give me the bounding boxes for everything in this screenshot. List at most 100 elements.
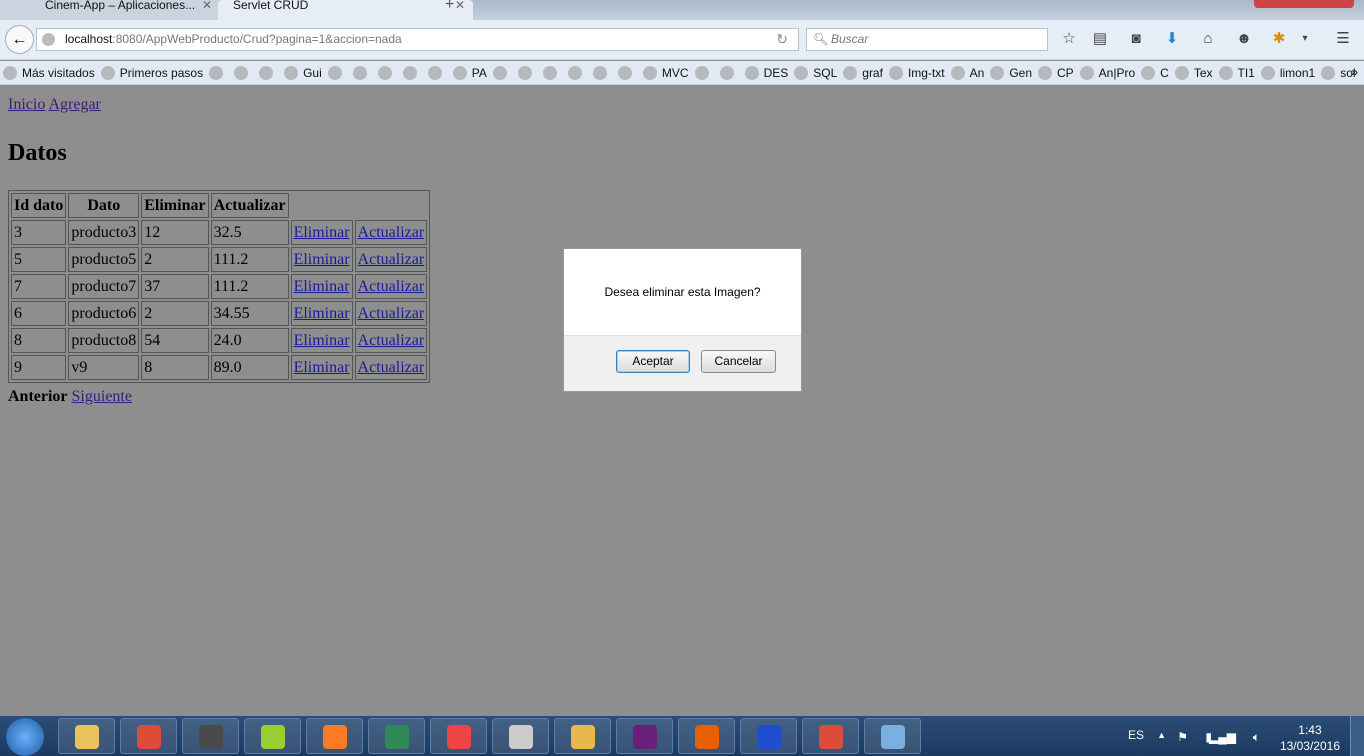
- download-icon[interactable]: ⬇: [1163, 30, 1181, 48]
- actualizar-link[interactable]: Actualizar: [358, 332, 425, 349]
- globe-icon: [642, 65, 657, 80]
- eliminar-link[interactable]: Eliminar: [294, 332, 350, 349]
- bookmark-label: Tex: [1193, 65, 1213, 80]
- taskbar-app-chrome[interactable]: [120, 718, 177, 754]
- bookmark-item[interactable]: Gui: [284, 65, 322, 80]
- eliminar-link[interactable]: Eliminar: [294, 305, 350, 322]
- table-cell: Actualizar: [354, 328, 428, 353]
- home-icon[interactable]: ⌂: [1199, 30, 1217, 48]
- eliminar-link[interactable]: Eliminar: [294, 359, 350, 376]
- eliminar-link[interactable]: Eliminar: [294, 278, 350, 295]
- bookmark-item[interactable]: MVC: [642, 65, 689, 80]
- actualizar-link[interactable]: Actualizar: [358, 224, 425, 241]
- siguiente-link[interactable]: Siguiente: [72, 388, 132, 405]
- eliminar-link[interactable]: Eliminar: [294, 251, 350, 268]
- bookmark-item[interactable]: [377, 65, 397, 80]
- taskbar-app-q-app[interactable]: [740, 718, 797, 754]
- bookmarks-overflow-icon[interactable]: »: [1351, 65, 1358, 79]
- taskbar-app-sublime[interactable]: [182, 718, 239, 754]
- bookmark-item[interactable]: An|Pro: [1079, 65, 1135, 80]
- flag-icon[interactable]: ⚑: [1177, 730, 1188, 744]
- inicio-link[interactable]: Inicio: [8, 96, 45, 113]
- start-button[interactable]: [6, 718, 44, 756]
- actualizar-link[interactable]: Actualizar: [358, 305, 425, 322]
- taskbar-app-apps[interactable]: [430, 718, 487, 754]
- bookmark-item[interactable]: [617, 65, 637, 80]
- window-controls[interactable]: [1254, 0, 1354, 8]
- column-header: Dato: [68, 193, 140, 218]
- bookmark-item[interactable]: [209, 65, 228, 80]
- search-input[interactable]: 🔍︎ Buscar: [806, 28, 1048, 51]
- dropdown-icon[interactable]: ▾: [1296, 30, 1314, 48]
- bookmark-item[interactable]: graf: [843, 65, 883, 80]
- taskbar-app-firefox[interactable]: [678, 718, 735, 754]
- actualizar-link[interactable]: Actualizar: [358, 251, 425, 268]
- clock[interactable]: 1:43 13/03/2016: [1280, 722, 1340, 754]
- bookmark-item[interactable]: Más visitados: [3, 65, 95, 80]
- taskbar-app-explorer[interactable]: [58, 718, 115, 754]
- bookmark-item[interactable]: CP: [1038, 65, 1074, 80]
- bookmark-item[interactable]: [352, 65, 372, 80]
- bookmark-item[interactable]: [694, 65, 714, 80]
- close-tab-icon[interactable]: ✕: [455, 0, 465, 11]
- bookmark-label: Gui: [303, 65, 322, 80]
- bookmark-item[interactable]: [492, 65, 512, 80]
- bookmark-item[interactable]: Tex: [1174, 65, 1213, 80]
- language-indicator[interactable]: ES: [1128, 728, 1144, 742]
- taskbar-app-terminal[interactable]: [368, 718, 425, 754]
- cancel-button[interactable]: Cancelar: [701, 350, 776, 373]
- table-cell: 8: [11, 328, 67, 353]
- bookmark-item[interactable]: [234, 65, 253, 80]
- bookmark-star-icon[interactable]: ☆: [1060, 30, 1078, 48]
- bookmark-item[interactable]: PA: [452, 65, 487, 80]
- network-icon[interactable]: ▂▄▆: [1209, 730, 1236, 744]
- bookmark-item[interactable]: [517, 65, 537, 80]
- new-tab-icon[interactable]: +: [445, 0, 454, 14]
- taskbar-app-virtualbox[interactable]: [864, 718, 921, 754]
- volume-icon[interactable]: 🔈︎: [1253, 730, 1260, 745]
- tab-cinem-app[interactable]: Cinem-App – Aplicaciones... ✕: [0, 0, 220, 20]
- reload-icon[interactable]: ↻: [776, 29, 788, 50]
- bookmark-item[interactable]: [719, 65, 739, 80]
- bookmark-item[interactable]: C: [1141, 65, 1169, 80]
- taskbar-app-visual-studio[interactable]: [616, 718, 673, 754]
- reading-list-icon[interactable]: ▤: [1091, 30, 1109, 48]
- agregar-link[interactable]: Agregar: [48, 96, 100, 113]
- url-host: localhost: [65, 32, 113, 46]
- bookmark-item[interactable]: DES: [744, 65, 788, 80]
- taskbar-app-chrome2[interactable]: [802, 718, 859, 754]
- bookmark-item[interactable]: [427, 65, 447, 80]
- back-button[interactable]: ←: [5, 25, 34, 54]
- firebug-icon[interactable]: ✱: [1270, 30, 1288, 48]
- close-tab-icon[interactable]: ✕: [202, 0, 212, 11]
- firefox-icon: [695, 725, 719, 749]
- bookmark-item[interactable]: [327, 65, 347, 80]
- show-hidden-icons[interactable]: ▲: [1157, 730, 1166, 740]
- bookmark-item[interactable]: Primeros pasos: [100, 65, 203, 80]
- bookmark-item[interactable]: [402, 65, 422, 80]
- taskbar-app-tools[interactable]: [554, 718, 611, 754]
- bookmark-item[interactable]: SQL: [794, 65, 837, 80]
- url-bar[interactable]: localhost:8080/AppWebProducto/Crud?pagin…: [36, 28, 799, 51]
- bookmark-item[interactable]: [542, 65, 562, 80]
- taskbar-app-snipping[interactable]: [492, 718, 549, 754]
- bookmark-item[interactable]: limon1: [1260, 65, 1315, 80]
- bookmark-item[interactable]: [259, 65, 278, 80]
- taskbar-app-xampp[interactable]: [306, 718, 363, 754]
- pocket-icon[interactable]: ◙: [1127, 30, 1145, 48]
- menu-icon[interactable]: ☰: [1334, 30, 1352, 48]
- bookmark-item[interactable]: Gen: [990, 65, 1032, 80]
- bookmark-item[interactable]: An: [950, 65, 984, 80]
- hello-icon[interactable]: ☻: [1235, 30, 1253, 48]
- bookmark-item[interactable]: Img-txt: [888, 65, 945, 80]
- tab-servlet-crud[interactable]: Servlet CRUD ✕: [218, 0, 473, 20]
- eliminar-link[interactable]: Eliminar: [294, 224, 350, 241]
- show-desktop-button[interactable]: [1350, 716, 1364, 756]
- accept-button[interactable]: Aceptar: [616, 350, 690, 373]
- bookmark-item[interactable]: [567, 65, 587, 80]
- bookmark-item[interactable]: [592, 65, 612, 80]
- bookmark-item[interactable]: TI1: [1218, 65, 1255, 80]
- actualizar-link[interactable]: Actualizar: [358, 278, 425, 295]
- taskbar-app-notepad[interactable]: [244, 718, 301, 754]
- actualizar-link[interactable]: Actualizar: [358, 359, 425, 376]
